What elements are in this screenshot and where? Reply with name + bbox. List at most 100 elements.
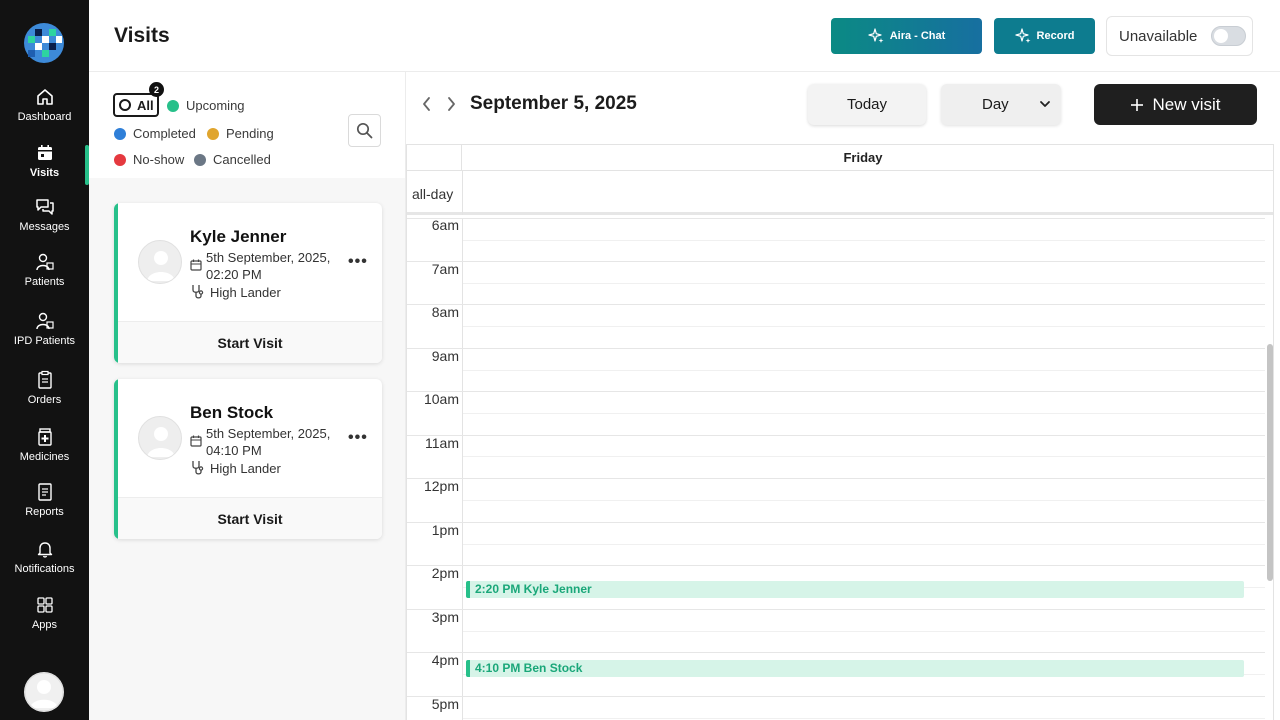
half-hour-line <box>463 326 1265 327</box>
sidebar-item-apps[interactable]: Apps <box>0 595 89 631</box>
record-button[interactable]: Record <box>994 18 1095 54</box>
patient-icon <box>35 253 54 271</box>
hour-label: 10am <box>423 391 459 407</box>
chat-icon <box>35 199 54 215</box>
hour-line <box>407 652 1265 653</box>
hour-label: 5pm <box>431 696 459 712</box>
legend-pending[interactable]: Pending <box>207 126 274 141</box>
new-visit-button[interactable]: New visit <box>1094 84 1257 125</box>
hour-label: 7am <box>431 261 459 277</box>
half-hour-line <box>463 718 1265 719</box>
hour-line <box>407 304 1265 305</box>
new-visit-label: New visit <box>1152 94 1221 114</box>
clipboard-icon <box>37 370 52 389</box>
patient-avatar <box>138 240 182 284</box>
legend-completed[interactable]: Completed <box>114 126 196 141</box>
hour-line <box>407 218 1265 219</box>
legend-upcoming[interactable]: Upcoming <box>167 98 245 113</box>
sidebar-item-patients[interactable]: Patients <box>0 252 89 288</box>
calendar-icon <box>37 145 52 160</box>
patient-name: Ben Stock <box>190 403 274 422</box>
visit-card[interactable]: Kyle Jenner 5th September, 2025, 02:20 P… <box>114 203 382 363</box>
half-hour-line <box>463 413 1265 414</box>
count-badge: 2 <box>149 82 164 97</box>
user-icon <box>147 427 175 457</box>
hour-label: 1pm <box>431 522 459 538</box>
calendar-event[interactable]: 2:20 PM Kyle Jenner <box>466 581 1244 598</box>
prev-day-button[interactable] <box>421 96 433 117</box>
hour-line <box>407 696 1265 697</box>
filter-all-chip[interactable]: All <box>113 93 159 117</box>
aira-chat-button[interactable]: Aira - Chat <box>831 18 982 54</box>
visit-card[interactable]: Ben Stock 5th September, 2025, 04:10 PM … <box>114 379 382 539</box>
app-logo[interactable] <box>24 23 64 63</box>
legend-label: Upcoming <box>186 98 245 113</box>
gutter-divider <box>462 218 463 720</box>
chevron-left-icon <box>423 97 430 111</box>
sparkle-icon <box>1014 28 1031 43</box>
sidebar-item-medicines[interactable]: Medicines <box>0 427 89 463</box>
hour-label: 9am <box>431 348 459 364</box>
half-hour-line <box>463 370 1265 371</box>
hour-line <box>407 348 1265 349</box>
visit-location: High Lander <box>210 461 281 476</box>
hour-line <box>407 478 1265 479</box>
medicine-bottle-icon <box>37 428 52 446</box>
aira-chat-label: Aira - Chat <box>889 30 946 42</box>
user-icon <box>147 251 175 281</box>
sidebar-item-notifications[interactable]: Notifications <box>0 539 89 575</box>
sidebar-item-orders[interactable]: Orders <box>0 370 89 406</box>
user-icon <box>24 672 64 712</box>
report-icon <box>37 483 52 501</box>
availability-label: Unavailable <box>1119 27 1198 45</box>
visit-location: High Lander <box>210 285 281 300</box>
filter-all-label: All <box>137 97 154 113</box>
gutter-divider <box>462 171 463 215</box>
record-label: Record <box>1036 30 1075 42</box>
hour-line <box>407 435 1265 436</box>
day-grid: Friday all-day 6am 7am 8am 9am 10am 11am… <box>406 144 1274 720</box>
hour-line <box>407 565 1265 566</box>
stethoscope-icon <box>192 461 204 475</box>
start-visit-button[interactable]: Start Visit <box>118 321 382 363</box>
availability-toggle[interactable] <box>1211 26 1247 46</box>
calendar-event[interactable]: 4:10 PM Ben Stock <box>466 660 1244 677</box>
sidebar-item-dashboard[interactable]: Dashboard <box>0 87 89 123</box>
more-options-icon[interactable]: ••• <box>348 253 368 271</box>
start-visit-button[interactable]: Start Visit <box>118 497 382 539</box>
half-hour-line <box>463 500 1265 501</box>
legend-no-show[interactable]: No-show <box>114 152 184 167</box>
time-gutter-header <box>407 145 462 171</box>
visit-datetime: 5th September, 2025, 04:10 PM <box>206 426 331 458</box>
next-day-button[interactable] <box>445 96 457 117</box>
sidebar-item-reports[interactable]: Reports <box>0 482 89 518</box>
sidebar-item-visits[interactable]: Visits <box>0 143 89 179</box>
sidebar-item-messages[interactable]: Messages <box>0 197 89 233</box>
sidebar-item-ipd-patients[interactable]: IPD Patients <box>0 311 89 347</box>
time-slots[interactable]: 6am 7am 8am 9am 10am 11am 12pm 1pm 2pm 3… <box>407 217 1273 720</box>
stethoscope-icon <box>192 285 204 299</box>
today-button[interactable]: Today <box>808 84 926 125</box>
top-header: Visits Aira - Chat Record Unavailable <box>89 0 1280 72</box>
hour-label: 8am <box>431 304 459 320</box>
visit-list-panel: All 2 Upcoming Completed Pending No-show… <box>89 72 406 720</box>
hour-line <box>407 261 1265 262</box>
user-avatar[interactable] <box>24 672 64 712</box>
legend-cancelled[interactable]: Cancelled <box>194 152 271 167</box>
more-options-icon[interactable]: ••• <box>348 429 368 447</box>
status-dot <box>207 127 219 140</box>
bell-icon <box>37 542 52 558</box>
patient-name: Kyle Jenner <box>190 227 287 246</box>
all-day-row[interactable]: all-day <box>407 171 1273 215</box>
sparkle-icon <box>868 28 884 43</box>
search-button[interactable] <box>348 114 381 147</box>
calendar-date-title: September 5, 2025 <box>470 93 637 114</box>
view-select[interactable]: Day <box>941 84 1061 125</box>
hour-label: 12pm <box>423 478 459 494</box>
search-icon <box>356 122 373 139</box>
radio-icon <box>119 99 131 111</box>
hour-label: 6am <box>431 217 459 233</box>
status-dot <box>114 127 126 140</box>
scrollbar-thumb[interactable] <box>1267 344 1273 581</box>
sidebar-item-label: Visits <box>29 167 60 179</box>
